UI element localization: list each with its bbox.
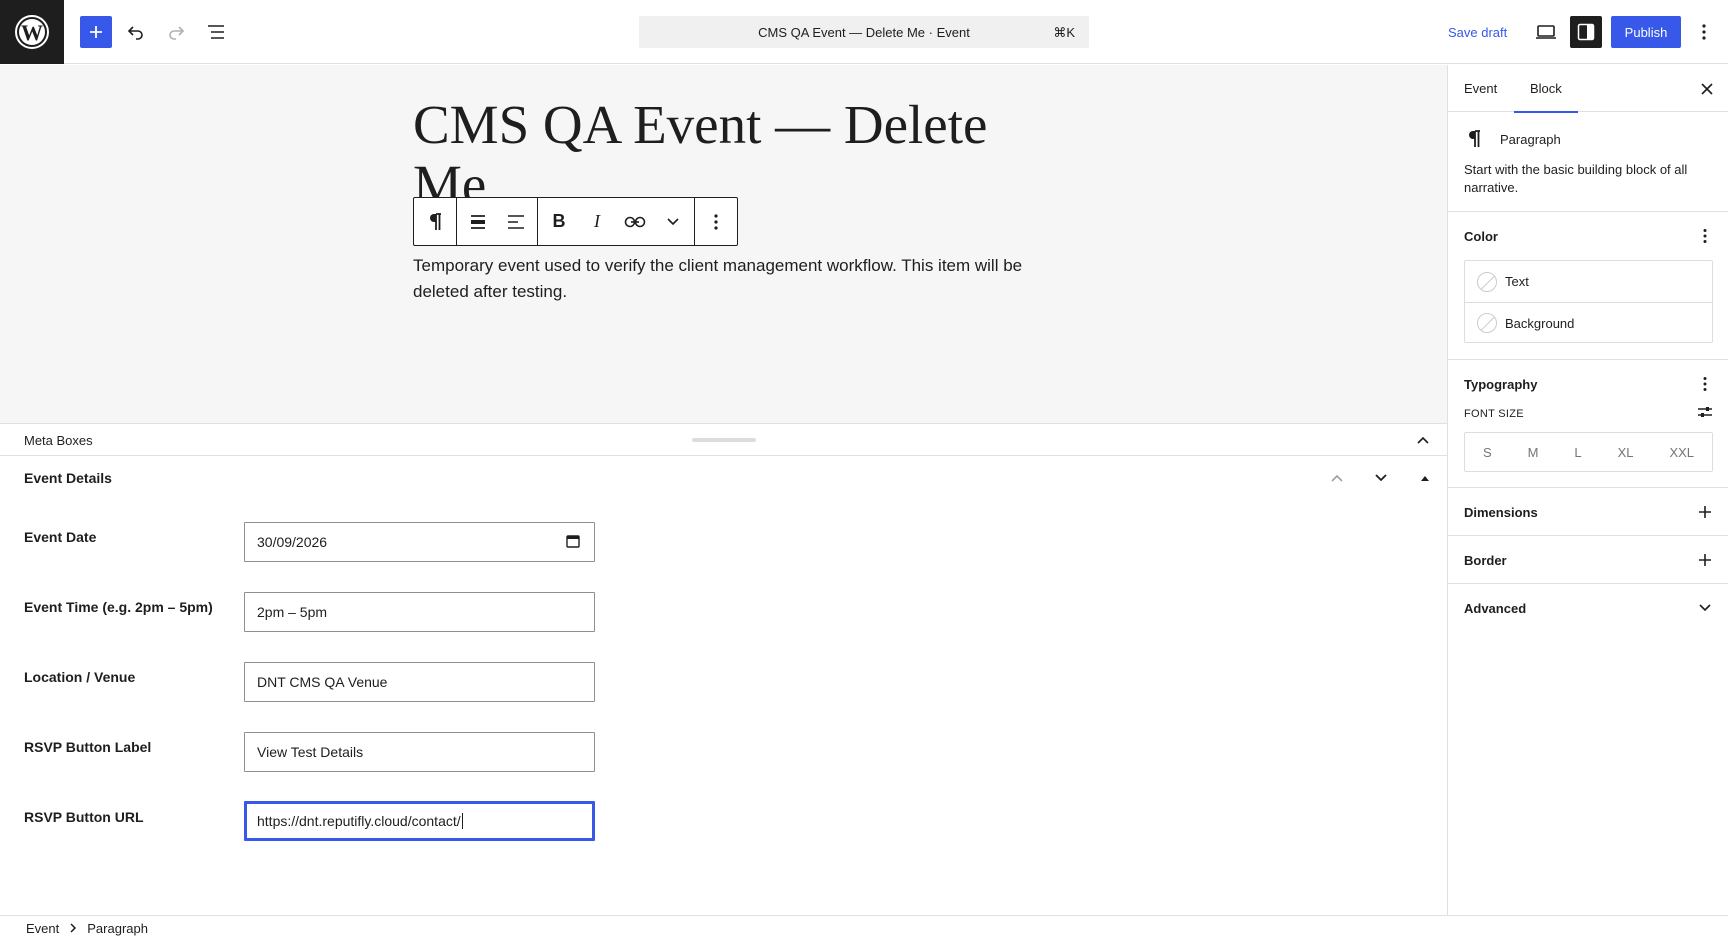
text-caret: [461, 813, 463, 829]
meta-boxes-label: Meta Boxes: [24, 433, 93, 448]
settings-sidebar: Event Block Paragraph Start with the bas…: [1447, 65, 1728, 915]
shortcut-hint: ⌘K: [1053, 25, 1075, 40]
document-overview-button[interactable]: [200, 16, 232, 48]
plus-icon[interactable]: [1695, 502, 1715, 522]
plus-icon: [90, 26, 102, 38]
font-size-s[interactable]: S: [1483, 445, 1492, 460]
paragraph-icon: [1466, 129, 1482, 152]
more-vertical-icon: [1702, 24, 1706, 40]
text-color-button[interactable]: Text: [1465, 261, 1712, 302]
event-time-label: Event Time (e.g. 2pm – 5pm): [24, 599, 213, 615]
event-time-field[interactable]: 2pm – 5pm: [244, 592, 595, 632]
move-handle-icon[interactable]: [459, 198, 497, 245]
panel-title: Event Details: [24, 470, 112, 486]
rsvp-label-label: RSVP Button Label: [24, 739, 152, 755]
meta-boxes-header[interactable]: Meta Boxes: [0, 423, 1447, 456]
background-color-button[interactable]: Background: [1465, 302, 1712, 343]
font-size-xxl[interactable]: XXL: [1669, 445, 1694, 460]
event-date-label: Event Date: [24, 529, 97, 545]
settings-toggle-button[interactable]: [1570, 16, 1602, 48]
command-palette-button[interactable]: CMS QA Event — Delete Me · Event ⌘K: [639, 16, 1089, 48]
block-name: Paragraph: [1500, 132, 1561, 147]
rsvp-url-label: RSVP Button URL: [24, 809, 144, 825]
document-title: CMS QA Event — Delete Me · Event: [758, 24, 970, 40]
add-block-button[interactable]: [80, 16, 112, 48]
font-size-xl[interactable]: XL: [1618, 445, 1634, 460]
custom-size-settings-icon[interactable]: [1695, 402, 1715, 422]
italic-icon[interactable]: I: [578, 198, 616, 245]
preview-button[interactable]: [1530, 16, 1562, 48]
block-breadcrumb: Event Paragraph: [0, 915, 1728, 940]
resize-handle[interactable]: [692, 438, 756, 442]
toggle-panel-icon[interactable]: [1411, 464, 1439, 492]
sidebar-icon: [1577, 23, 1595, 41]
desktop-preview-icon: [1536, 25, 1556, 39]
options-button[interactable]: [1688, 16, 1720, 48]
calendar-icon[interactable]: [566, 534, 580, 551]
event-date-field[interactable]: 30/09/2026: [244, 522, 595, 562]
close-icon[interactable]: [1693, 75, 1721, 103]
undo-icon: [127, 26, 143, 40]
breadcrumb-event[interactable]: Event: [26, 921, 59, 936]
dimensions-panel[interactable]: Dimensions: [1448, 487, 1728, 535]
editor-header: W CMS QA Event — Delete Me · Event ⌘K Sa…: [0, 0, 1728, 64]
list-view-icon: [208, 25, 224, 39]
paragraph-block[interactable]: Temporary event used to verify the clien…: [413, 253, 1033, 305]
font-size-m[interactable]: M: [1528, 445, 1539, 460]
empty-swatch-icon: [1477, 313, 1497, 333]
empty-swatch-icon: [1477, 271, 1497, 292]
typography-title: Typography: [1464, 377, 1538, 392]
event-details-panel: Event Details Event Date 30/09/2026 Even…: [0, 456, 1447, 915]
typography-panel: Typography FONT SIZE S M L XL XXL: [1448, 359, 1728, 487]
plus-icon[interactable]: [1695, 550, 1715, 570]
wordpress-logo-icon[interactable]: W: [0, 0, 64, 64]
color-title: Color: [1464, 229, 1498, 244]
color-options: Text Background: [1464, 260, 1713, 343]
block-options-icon[interactable]: [697, 198, 735, 245]
publish-button[interactable]: Publish: [1611, 16, 1681, 48]
svg-text:W: W: [21, 20, 43, 45]
chevron-right-icon: [69, 923, 77, 933]
font-size-l[interactable]: L: [1574, 445, 1581, 460]
block-toolbar: B I: [413, 197, 738, 246]
chevron-down-icon[interactable]: [1695, 598, 1715, 618]
move-up-icon[interactable]: [1323, 464, 1351, 492]
save-draft-button[interactable]: Save draft: [1440, 16, 1515, 48]
border-panel[interactable]: Border: [1448, 535, 1728, 583]
undo-button[interactable]: [120, 16, 152, 48]
redo-icon: [169, 26, 185, 40]
font-size-label: FONT SIZE: [1464, 408, 1524, 420]
location-label: Location / Venue: [24, 669, 136, 685]
dimensions-title: Dimensions: [1464, 505, 1538, 520]
link-icon[interactable]: [616, 198, 654, 245]
font-size-picker: S M L XL XXL: [1464, 432, 1713, 472]
location-field[interactable]: DNT CMS QA Venue: [244, 662, 595, 702]
chevron-up-icon[interactable]: [1413, 430, 1433, 450]
border-title: Border: [1464, 553, 1507, 568]
block-description: Start with the basic building block of a…: [1464, 162, 1688, 195]
more-formats-chevron-down-icon[interactable]: [654, 198, 692, 245]
advanced-title: Advanced: [1464, 601, 1527, 616]
color-panel: Color Text Background: [1448, 211, 1728, 359]
editor-canvas[interactable]: CMS QA Event — Delete Me B I Temporary e…: [0, 65, 1447, 423]
bold-icon[interactable]: B: [540, 198, 578, 245]
move-down-icon[interactable]: [1367, 464, 1395, 492]
advanced-panel[interactable]: Advanced: [1448, 583, 1728, 631]
rsvp-url-field[interactable]: https://dnt.reputifly.cloud/contact/: [244, 801, 595, 841]
tab-event[interactable]: Event: [1448, 65, 1513, 112]
rsvp-label-field[interactable]: View Test Details: [244, 732, 595, 772]
more-vertical-icon[interactable]: [1695, 226, 1715, 246]
paragraph-icon[interactable]: [416, 198, 454, 245]
align-left-icon[interactable]: [497, 198, 535, 245]
sidebar-tabs: Event Block: [1448, 65, 1728, 113]
redo-button[interactable]: [160, 16, 192, 48]
tab-block[interactable]: Block: [1514, 65, 1578, 113]
more-vertical-icon[interactable]: [1695, 374, 1715, 394]
breadcrumb-paragraph[interactable]: Paragraph: [87, 921, 148, 936]
